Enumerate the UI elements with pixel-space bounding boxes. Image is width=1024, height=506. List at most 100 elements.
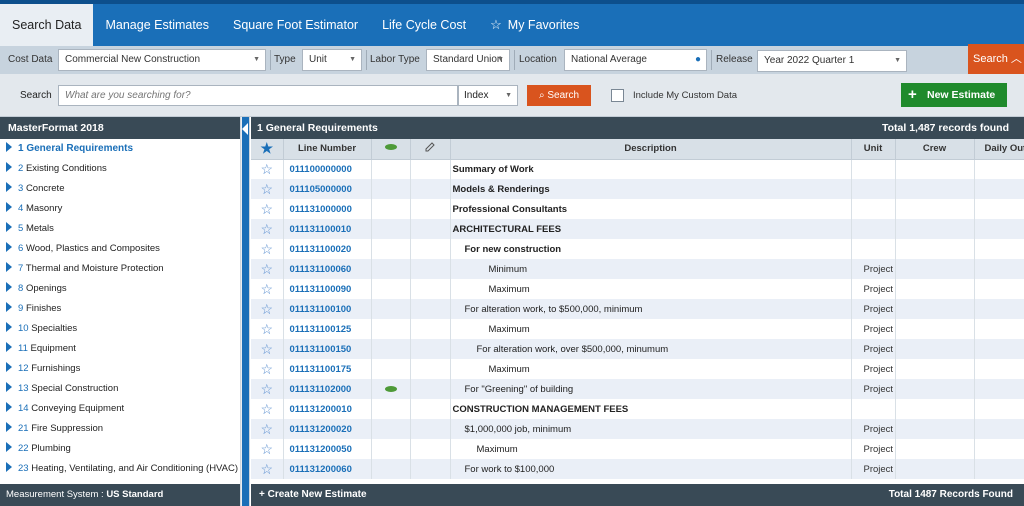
measurement-value: US Standard	[106, 489, 164, 500]
sidebar-item[interactable]: 1 General Requirements	[0, 139, 240, 159]
table-row[interactable]: ☆ 011131000000 Professional Consultants	[251, 199, 1024, 219]
line-number-link[interactable]: 011131100150	[283, 339, 372, 359]
table-row[interactable]: ☆ 011131100060 Minimum Project	[251, 259, 1024, 279]
favorite-star-icon[interactable]: ☆	[251, 179, 284, 199]
table-row[interactable]: ☆ 011131200020 $1,000,000 job, minimum Proj…	[251, 419, 1024, 439]
line-number-link[interactable]: 011105000000	[283, 179, 372, 199]
table-row[interactable]: ☆ 011131100090 Maximum Project	[251, 279, 1024, 299]
sidebar-item[interactable]: 21 Fire Suppression	[0, 419, 240, 439]
table-row[interactable]: ☆ 011131200050 Maximum Project	[251, 439, 1024, 459]
table-row[interactable]: ☆ 011131100175 Maximum Project	[251, 359, 1024, 379]
favorite-star-icon[interactable]: ☆	[251, 299, 284, 319]
daily-output-header[interactable]: Daily Output	[974, 139, 1024, 160]
favorite-star-icon[interactable]: ☆	[251, 339, 284, 359]
green-column-header[interactable]	[371, 139, 411, 160]
sidebar-item[interactable]: 5 Metals	[0, 219, 240, 239]
custom-cell	[410, 259, 451, 279]
favorite-star-icon[interactable]: ☆	[251, 439, 284, 459]
sidebar-item[interactable]: 6 Wood, Plastics and Composites	[0, 239, 240, 259]
sidebar-item[interactable]: 22 Plumbing	[0, 439, 240, 459]
table-row[interactable]: ☆ 011100000000 Summary of Work	[251, 159, 1024, 179]
favorite-star-icon[interactable]: ☆	[251, 259, 284, 279]
table-row[interactable]: ☆ 011131100010 ARCHITECTURAL FEES	[251, 219, 1024, 239]
line-number-link[interactable]: 011100000000	[283, 159, 372, 179]
cost-data-select[interactable]: Commercial New Construction ▼	[58, 49, 266, 71]
table-row[interactable]: ☆ 011131200060 For work to $100,000 Project	[251, 459, 1024, 479]
custom-data-checkbox[interactable]	[611, 89, 624, 102]
table-row[interactable]: ☆ 011131200010 CONSTRUCTION MANAGEMENT FEE…	[251, 399, 1024, 419]
tab-square-foot-estimator[interactable]: Square Foot Estimator	[221, 4, 370, 46]
favorite-star-icon[interactable]: ☆	[251, 239, 284, 259]
line-number-link[interactable]: 011131100060	[283, 259, 372, 279]
sidebar-item[interactable]: 12 Furnishings	[0, 359, 240, 379]
magnifier-icon: ⌕	[538, 90, 545, 101]
line-number-link[interactable]: 011131100100	[283, 299, 372, 319]
line-number-link[interactable]: 011131000000	[283, 199, 372, 219]
favorite-star-icon[interactable]: ☆	[251, 359, 284, 379]
sidebar-item[interactable]: 7 Thermal and Moisture Protection	[0, 259, 240, 279]
release-select[interactable]: Year 2022 Quarter 1 ▼	[757, 50, 907, 72]
unit-cell	[851, 159, 896, 179]
search-button[interactable]: ⌕ Search	[527, 85, 591, 106]
records-table: ★ Line Number Description Unit Crew Dail…	[251, 139, 1024, 479]
line-number-link[interactable]: 011131100090	[283, 279, 372, 299]
favorite-star-icon[interactable]: ☆	[251, 219, 284, 239]
favorite-star-icon[interactable]: ☆	[251, 459, 284, 479]
tab-manage-estimates[interactable]: Manage Estimates	[93, 4, 221, 46]
tab-search-data[interactable]: Search Data	[0, 4, 94, 46]
tab-life-cycle-cost[interactable]: Life Cycle Cost	[370, 4, 478, 46]
table-row[interactable]: ☆ 011131100125 Maximum Project	[251, 319, 1024, 339]
collapse-left-icon[interactable]	[242, 117, 249, 506]
line-number-link[interactable]: 011131100010	[283, 219, 372, 239]
description-header[interactable]: Description	[450, 139, 852, 160]
line-number-link[interactable]: 011131102000	[283, 379, 372, 399]
sidebar-item[interactable]: 3 Concrete	[0, 179, 240, 199]
line-number-link[interactable]: 011131100125	[283, 319, 372, 339]
sidebar-item[interactable]: 13 Special Construction	[0, 379, 240, 399]
sidebar-item[interactable]: 11 Equipment	[0, 339, 240, 359]
sidebar-item[interactable]: 2 Existing Conditions	[0, 159, 240, 179]
panel-divider[interactable]	[240, 117, 250, 506]
favorite-star-icon[interactable]: ☆	[251, 319, 284, 339]
favorite-star-icon[interactable]: ☆	[251, 379, 284, 399]
crew-header[interactable]: Crew	[895, 139, 975, 160]
table-row[interactable]: ☆ 011131100150 For alteration work, over $…	[251, 339, 1024, 359]
line-number-header[interactable]: Line Number	[283, 139, 372, 160]
sidebar-item[interactable]: 4 Masonry	[0, 199, 240, 219]
sidebar-item[interactable]: 14 Conveying Equipment	[0, 399, 240, 419]
favorite-star-icon[interactable]: ☆	[251, 199, 284, 219]
labor-type-select[interactable]: Standard Union ▼	[426, 49, 510, 71]
tab-my-favorites[interactable]: ☆ My Favorites	[478, 4, 591, 46]
sidebar-item[interactable]: 9 Finishes	[0, 299, 240, 319]
expand-triangle-icon	[6, 302, 12, 312]
location-label: Location	[519, 54, 557, 65]
favorite-star-icon[interactable]: ☆	[251, 159, 284, 179]
new-estimate-button[interactable]: + New Estimate	[901, 83, 1007, 107]
sidebar-item[interactable]: 8 Openings	[0, 279, 240, 299]
line-number-link[interactable]: 011131100020	[283, 239, 372, 259]
sidebar-item[interactable]: 10 Specialties	[0, 319, 240, 339]
favorite-column-header[interactable]: ★	[251, 139, 284, 160]
favorite-star-icon[interactable]: ☆	[251, 279, 284, 299]
line-number-link[interactable]: 011131200050	[283, 439, 372, 459]
table-row[interactable]: ☆ 011131100100 For alteration work, to $50…	[251, 299, 1024, 319]
line-number-link[interactable]: 011131200010	[283, 399, 372, 419]
line-number-link[interactable]: 011131200060	[283, 459, 372, 479]
favorite-star-icon[interactable]: ☆	[251, 399, 284, 419]
unit-header[interactable]: Unit	[851, 139, 896, 160]
measurement-system[interactable]: Measurement System : US Standard	[0, 484, 240, 506]
custom-column-header[interactable]	[410, 139, 451, 160]
type-select[interactable]: Unit ▼	[302, 49, 362, 71]
line-number-link[interactable]: 011131100175	[283, 359, 372, 379]
sidebar-item[interactable]: 23 Heating, Ventilating, and Air Conditi…	[0, 459, 240, 479]
search-filter-button[interactable]: Search ︿	[968, 44, 1024, 74]
table-row[interactable]: ☆ 011131100020 For new construction	[251, 239, 1024, 259]
table-row[interactable]: ☆ 011105000000 Models & Renderings	[251, 179, 1024, 199]
location-select[interactable]: National Average ●	[564, 49, 707, 71]
create-new-estimate-link[interactable]: + Create New Estimate	[259, 489, 367, 500]
line-number-link[interactable]: 011131200020	[283, 419, 372, 439]
favorite-star-icon[interactable]: ☆	[251, 419, 284, 439]
index-select[interactable]: Index ▼	[458, 85, 518, 106]
search-input[interactable]	[58, 85, 458, 106]
table-row[interactable]: ☆ 011131102000 For "Greening" of building P…	[251, 379, 1024, 399]
